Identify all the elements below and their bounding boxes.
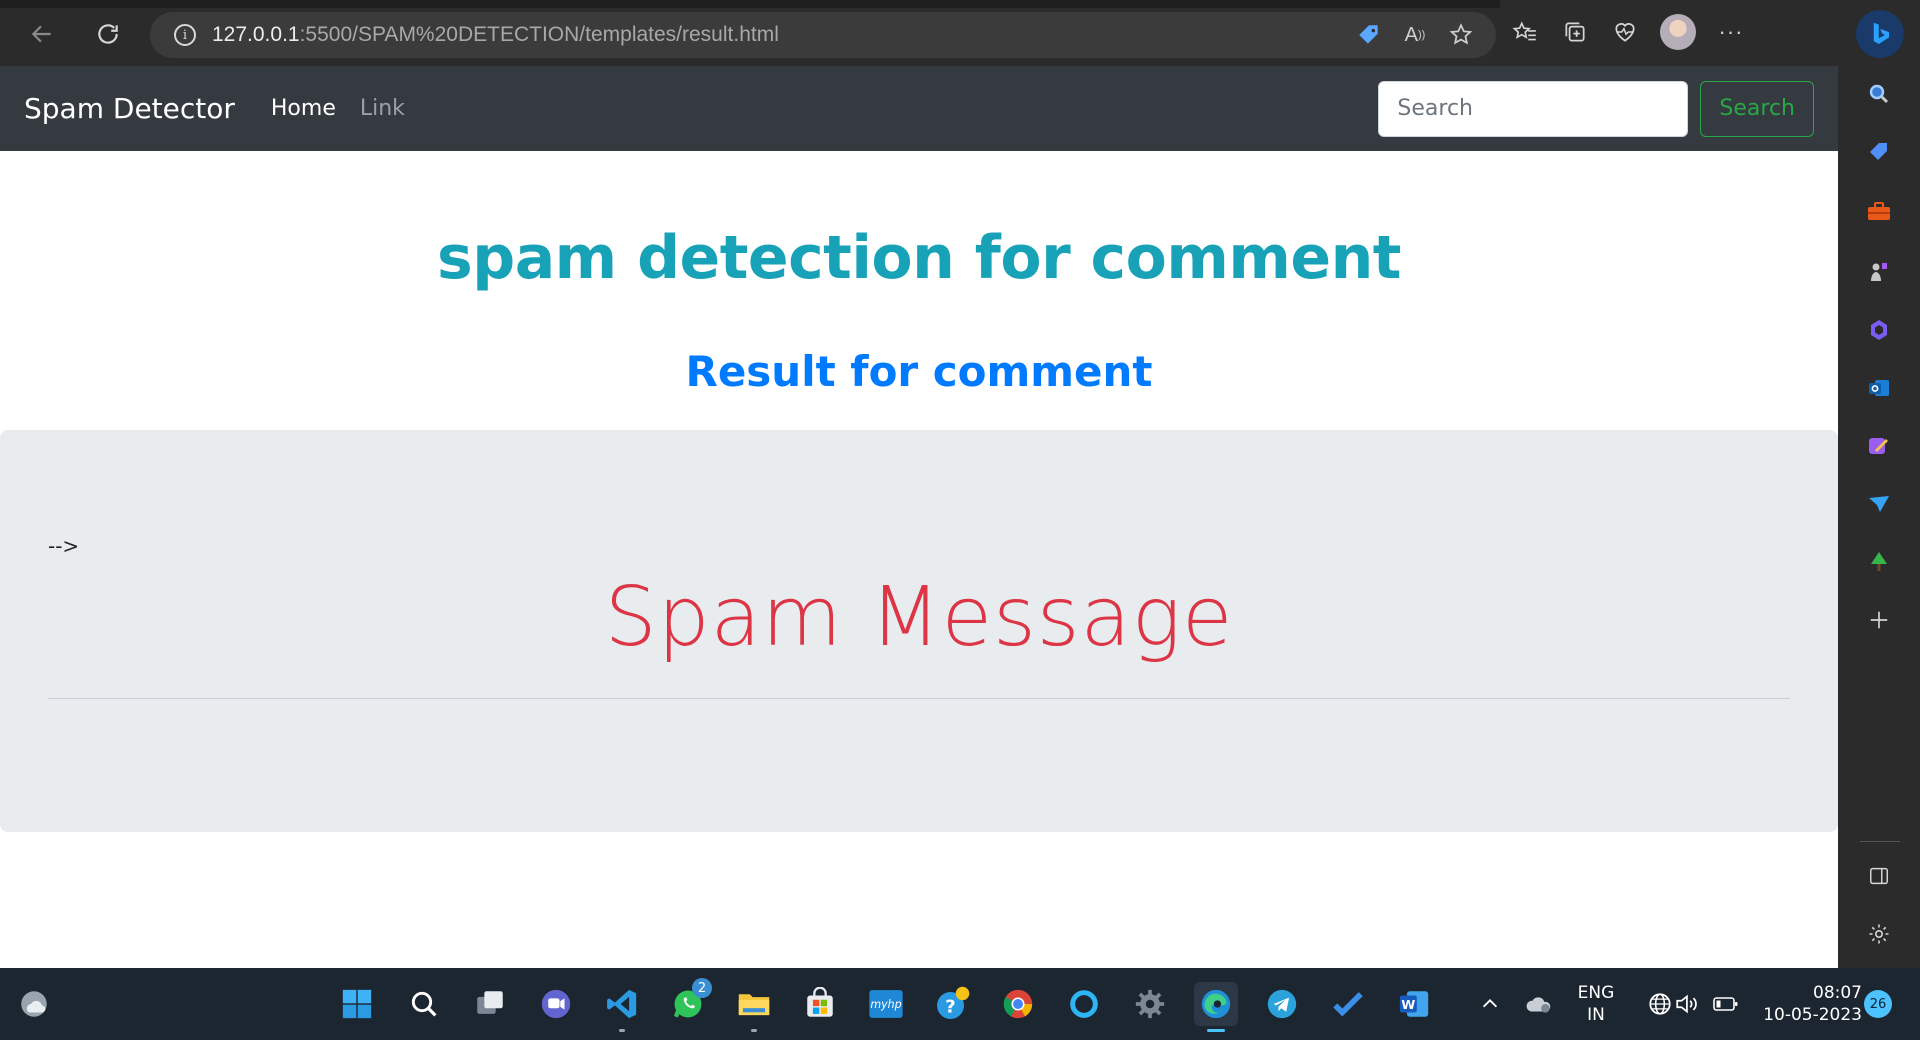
clock[interactable]: 08:07 10-05-2023 [1752,982,1862,1026]
svg-text:myhp: myhp [870,998,901,1011]
battery-icon[interactable] [1704,982,1748,1026]
language-indicator[interactable]: ENG IN [1574,982,1618,1026]
nav-link-home[interactable]: Home [271,96,336,121]
whatsapp-icon[interactable]: 2 [666,978,712,1026]
microsoft-365-icon[interactable] [1863,314,1895,346]
myhp-icon[interactable]: myhp [864,982,908,1026]
sidebar-settings-icon[interactable] [1863,918,1895,950]
taskbar-search-icon[interactable] [402,982,446,1026]
add-favorite-icon[interactable] [1446,20,1476,50]
onedrive-cloud-icon[interactable] [1518,982,1562,1026]
shopping-tag-icon[interactable] [1354,20,1384,50]
reload-icon [98,24,118,44]
result-heading: Result for comment [685,347,1153,396]
outlook-icon[interactable] [1863,372,1895,404]
edge-taskbar-icon[interactable] [1194,982,1238,1032]
windows-logo-icon [342,989,372,1019]
url-host: 127.0.0.1 [212,23,300,46]
svg-text:W: W [1401,998,1415,1013]
file-explorer-icon[interactable] [732,982,776,1032]
profile-avatar[interactable] [1660,14,1696,50]
svg-text:?: ? [945,996,955,1017]
nav-link-link[interactable]: Link [360,96,405,121]
windows-taskbar: 2 myhp ? W ENG IN 08:07 10-05-2023 26 [0,968,1920,1040]
search-button[interactable]: Search [1700,80,1814,137]
drop-icon[interactable] [1863,488,1895,520]
address-bar[interactable]: i 127.0.0.1:5500/SPAM%20DETECTION/templa… [150,12,1496,58]
edge-sidebar [1838,66,1920,968]
url-text[interactable]: 127.0.0.1:5500/SPAM%20DETECTION/template… [212,23,779,47]
site-navbar: Spam Detector Home Link Search [0,66,1838,151]
designer-icon[interactable] [1863,430,1895,462]
clock-time: 08:07 [1813,983,1862,1003]
page-title: spam detection for comment [437,223,1401,293]
telegram-icon[interactable] [1260,982,1304,1026]
settings-app-icon[interactable] [1128,982,1172,1026]
todo-icon[interactable] [1326,982,1370,1026]
tools-icon[interactable] [1863,196,1895,228]
reload-button[interactable] [88,14,128,54]
tab-strip [0,0,1500,8]
start-button[interactable] [335,982,379,1026]
divider [48,698,1790,699]
collections-icon[interactable] [1560,17,1590,47]
task-view-icon[interactable] [468,982,512,1026]
bing-icon [1873,22,1889,44]
back-arrow-icon [31,25,51,43]
microsoft-store-icon[interactable] [798,982,842,1026]
hide-sidebar-icon[interactable] [1863,860,1895,892]
search-input[interactable] [1378,80,1689,137]
cortana-icon[interactable] [1062,982,1106,1026]
browser-essentials-icon[interactable] [1610,17,1640,47]
get-help-icon[interactable]: ? [930,982,974,1026]
prediction-result: Spam Message [604,570,1234,665]
sidebar-divider [1860,841,1900,842]
chrome-icon[interactable] [996,982,1040,1026]
shopping-icon[interactable] [1863,136,1895,168]
browser-toolbar: i 127.0.0.1:5500/SPAM%20DETECTION/templa… [0,0,1920,66]
bing-chat-button[interactable] [1856,10,1904,58]
add-sidebar-app-icon[interactable] [1863,604,1895,636]
favorites-icon[interactable] [1510,17,1540,47]
notification-badge[interactable]: 26 [1864,990,1892,1018]
games-icon[interactable] [1863,256,1895,288]
result-panel: --> Spam Message [0,430,1838,832]
search-form: Search [1378,80,1814,137]
region-code: IN [1587,1005,1605,1025]
clock-date: 10-05-2023 [1763,1005,1862,1025]
word-icon[interactable]: W [1392,982,1436,1026]
language-code: ENG [1577,983,1615,1003]
read-aloud-icon[interactable]: A)) [1400,20,1430,50]
teams-chat-icon[interactable] [534,982,578,1026]
weather-icon[interactable] [12,982,56,1026]
more-options-icon[interactable]: ··· [1716,17,1746,47]
url-path: :5500/SPAM%20DETECTION/templates/result.… [299,23,779,46]
show-hidden-icons-chevron-up-icon[interactable] [1468,982,1512,1026]
whatsapp-badge: 2 [692,978,712,998]
back-button[interactable] [22,14,62,54]
brand-logo[interactable]: Spam Detector [24,92,235,125]
search-icon[interactable] [1863,78,1895,110]
stray-comment-text: --> [48,534,80,558]
page-viewport: Spam Detector Home Link Search spam dete… [0,66,1838,968]
vscode-icon[interactable] [600,982,644,1032]
tree-icon[interactable] [1863,546,1895,578]
site-info-icon[interactable]: i [174,24,196,46]
